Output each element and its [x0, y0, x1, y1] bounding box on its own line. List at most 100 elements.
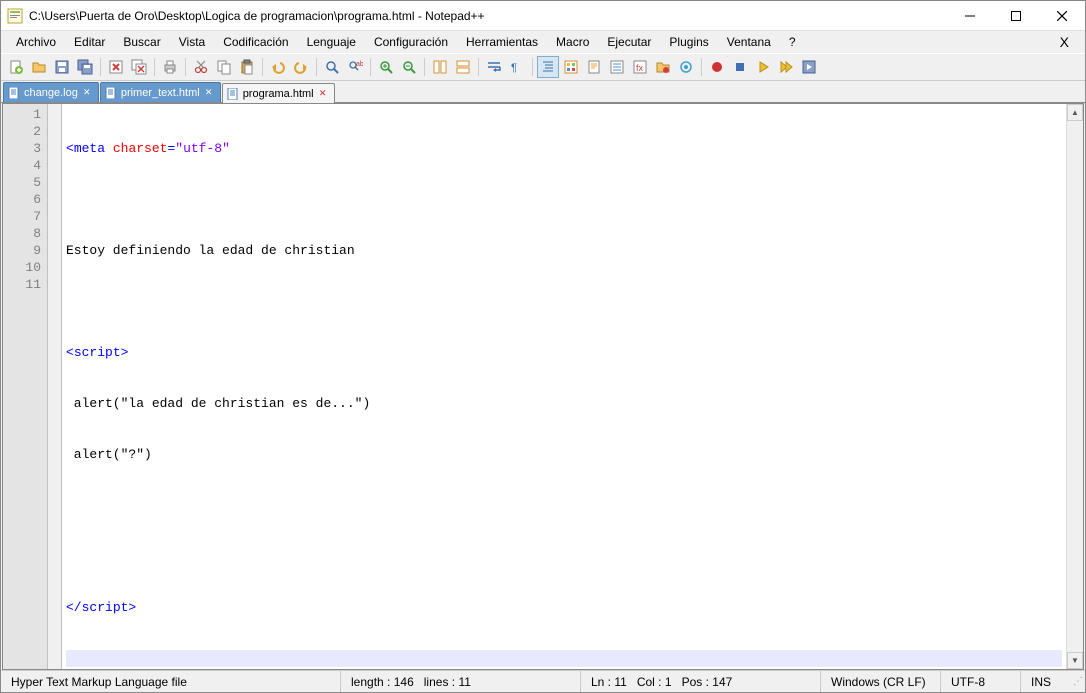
tab-primer-text[interactable]: primer_text.html ✕ [100, 82, 221, 102]
menu-plugins[interactable]: Plugins [660, 33, 717, 51]
code-area[interactable]: <meta charset="utf-8" Estoy definiendo l… [62, 104, 1066, 669]
doc-list-button[interactable] [606, 56, 628, 78]
window-controls [947, 1, 1085, 30]
status-encoding[interactable]: UTF-8 [941, 671, 1021, 692]
redo-button[interactable] [290, 56, 312, 78]
app-icon [7, 8, 23, 24]
tab-label: primer_text.html [121, 87, 200, 99]
status-position: Ln : 11 Col : 1 Pos : 147 [581, 671, 821, 692]
tab-close-icon[interactable]: ✕ [318, 89, 328, 99]
paste-button[interactable] [236, 56, 258, 78]
replace-button[interactable]: ab [344, 56, 366, 78]
menu-macro[interactable]: Macro [547, 33, 598, 51]
folder-button[interactable] [652, 56, 674, 78]
line-number: 9 [3, 242, 41, 259]
scroll-up-button[interactable]: ▲ [1067, 104, 1083, 121]
vertical-scrollbar[interactable]: ▲ ▼ [1066, 104, 1083, 669]
code-text: </ [66, 600, 82, 615]
menu-ventana[interactable]: Ventana [718, 33, 780, 51]
tab-change-log[interactable]: change.log ✕ [3, 82, 99, 102]
new-file-button[interactable] [5, 56, 27, 78]
toolbar-separator [532, 58, 533, 76]
file-icon [8, 87, 20, 99]
function-list-button[interactable]: fx [629, 56, 651, 78]
menu-buscar[interactable]: Buscar [114, 33, 169, 51]
toolbar-separator [478, 58, 479, 76]
tab-label: programa.html [243, 88, 314, 100]
close-all-button[interactable] [128, 56, 150, 78]
menu-codificacion[interactable]: Codificación [214, 33, 297, 51]
sync-v-button[interactable] [429, 56, 451, 78]
minimize-button[interactable] [947, 1, 993, 31]
tab-close-icon[interactable]: ✕ [82, 88, 92, 98]
scroll-down-button[interactable]: ▼ [1067, 652, 1083, 669]
tab-close-icon[interactable]: ✕ [204, 88, 214, 98]
status-filetype: Hyper Text Markup Language file [1, 671, 341, 692]
menu-lenguaje[interactable]: Lenguaje [298, 33, 365, 51]
save-macro-button[interactable] [798, 56, 820, 78]
editor: 1 2 3 4 5 6 7 8 9 10 11 <meta charset="u… [2, 103, 1084, 670]
monitor-button[interactable] [675, 56, 697, 78]
code-text: meta [74, 141, 105, 156]
titlebar: C:\Users\Puerta de Oro\Desktop\Logica de… [1, 1, 1085, 31]
open-file-button[interactable] [28, 56, 50, 78]
play-macro-button[interactable] [752, 56, 774, 78]
line-number: 7 [3, 208, 41, 225]
status-eol[interactable]: Windows (CR LF) [821, 671, 941, 692]
indent-guide-button[interactable] [537, 56, 559, 78]
record-macro-button[interactable] [706, 56, 728, 78]
line-number: 6 [3, 191, 41, 208]
svg-text:fx: fx [636, 63, 644, 73]
copy-button[interactable] [213, 56, 235, 78]
wordwrap-button[interactable] [483, 56, 505, 78]
svg-text:ab: ab [356, 61, 363, 68]
menu-ejecutar[interactable]: Ejecutar [598, 33, 660, 51]
close-button[interactable] [1039, 1, 1085, 31]
zoom-out-button[interactable] [398, 56, 420, 78]
menu-help[interactable]: ? [780, 33, 805, 51]
zoom-in-button[interactable] [375, 56, 397, 78]
cut-button[interactable] [190, 56, 212, 78]
menu-herramientas[interactable]: Herramientas [457, 33, 547, 51]
code-text: alert("?") [66, 447, 152, 462]
tabbar: change.log ✕ primer_text.html ✕ programa… [1, 81, 1085, 103]
stop-macro-button[interactable] [729, 56, 751, 78]
find-button[interactable] [321, 56, 343, 78]
user-lang-button[interactable] [560, 56, 582, 78]
print-button[interactable] [159, 56, 181, 78]
toolbar-separator [262, 58, 263, 76]
code-text: script [74, 345, 121, 360]
maximize-button[interactable] [993, 1, 1039, 31]
status-insert-mode[interactable]: INS [1021, 671, 1067, 692]
window-title: C:\Users\Puerta de Oro\Desktop\Logica de… [29, 9, 947, 23]
menu-configuracion[interactable]: Configuración [365, 33, 457, 51]
line-number: 1 [3, 106, 41, 123]
line-number: 8 [3, 225, 41, 242]
code-text: script [82, 600, 129, 615]
toolbar-separator [154, 58, 155, 76]
menu-archivo[interactable]: Archivo [7, 33, 65, 51]
menu-editar[interactable]: Editar [65, 33, 114, 51]
close-document-button[interactable]: X [1050, 34, 1079, 50]
sync-h-button[interactable] [452, 56, 474, 78]
fold-margin[interactable] [48, 104, 62, 669]
code-text: " [175, 141, 183, 156]
show-all-chars-button[interactable]: ¶ [506, 56, 528, 78]
code-text: utf-8 [183, 141, 222, 156]
save-all-button[interactable] [74, 56, 96, 78]
toolbar-separator [370, 58, 371, 76]
status-length: length : 146 lines : 11 [341, 671, 581, 692]
toolbar-separator [424, 58, 425, 76]
code-text: Estoy definiendo la edad de christian [66, 243, 355, 258]
save-button[interactable] [51, 56, 73, 78]
code-text: > [121, 345, 129, 360]
resize-grip[interactable]: ⋰ [1067, 676, 1085, 687]
toolbar-separator [701, 58, 702, 76]
undo-button[interactable] [267, 56, 289, 78]
menu-vista[interactable]: Vista [170, 33, 214, 51]
toolbar-separator [185, 58, 186, 76]
play-multi-button[interactable] [775, 56, 797, 78]
tab-programa[interactable]: programa.html ✕ [222, 83, 335, 103]
close-file-button[interactable] [105, 56, 127, 78]
doc-map-button[interactable] [583, 56, 605, 78]
